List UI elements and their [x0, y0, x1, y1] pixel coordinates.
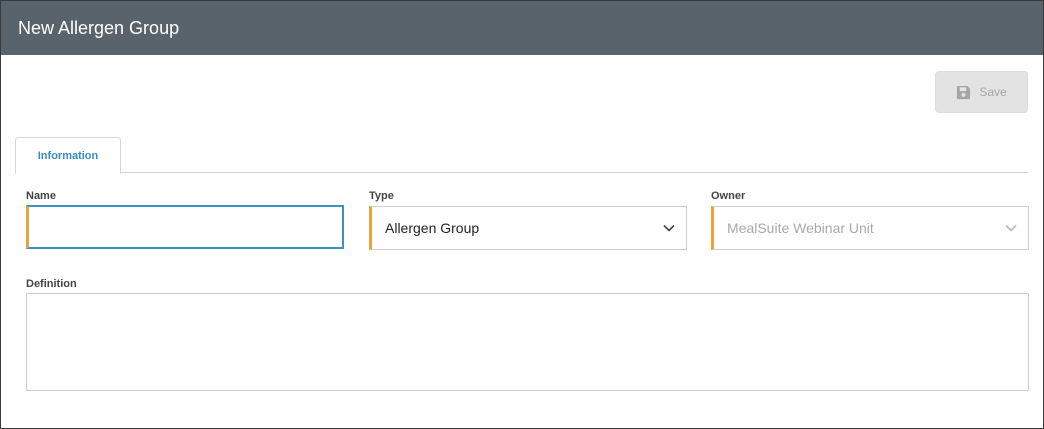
name-input[interactable] — [26, 205, 344, 249]
owner-select[interactable]: MealSuite Webinar Unit — [711, 206, 1029, 250]
type-select[interactable]: Allergen Group — [369, 206, 687, 250]
save-button-label: Save — [979, 85, 1007, 99]
dialog-title: New Allergen Group — [1, 1, 1043, 55]
chevron-down-icon — [1005, 224, 1017, 232]
save-button[interactable]: Save — [935, 71, 1028, 113]
tab-information[interactable]: Information — [15, 137, 121, 174]
owner-label: Owner — [711, 190, 746, 202]
definition-label: Definition — [26, 278, 77, 290]
new-allergen-group-dialog: New Allergen Group Save Information Name… — [0, 0, 1044, 429]
type-select-value: Allergen Group — [385, 220, 480, 236]
chevron-down-icon — [663, 224, 675, 232]
type-label: Type — [369, 190, 394, 202]
owner-select-value: MealSuite Webinar Unit — [727, 220, 874, 236]
floppy-disk-icon — [957, 85, 971, 99]
definition-textarea[interactable] — [26, 293, 1029, 391]
tab-strip-divider — [15, 172, 1028, 173]
name-label: Name — [26, 190, 56, 202]
